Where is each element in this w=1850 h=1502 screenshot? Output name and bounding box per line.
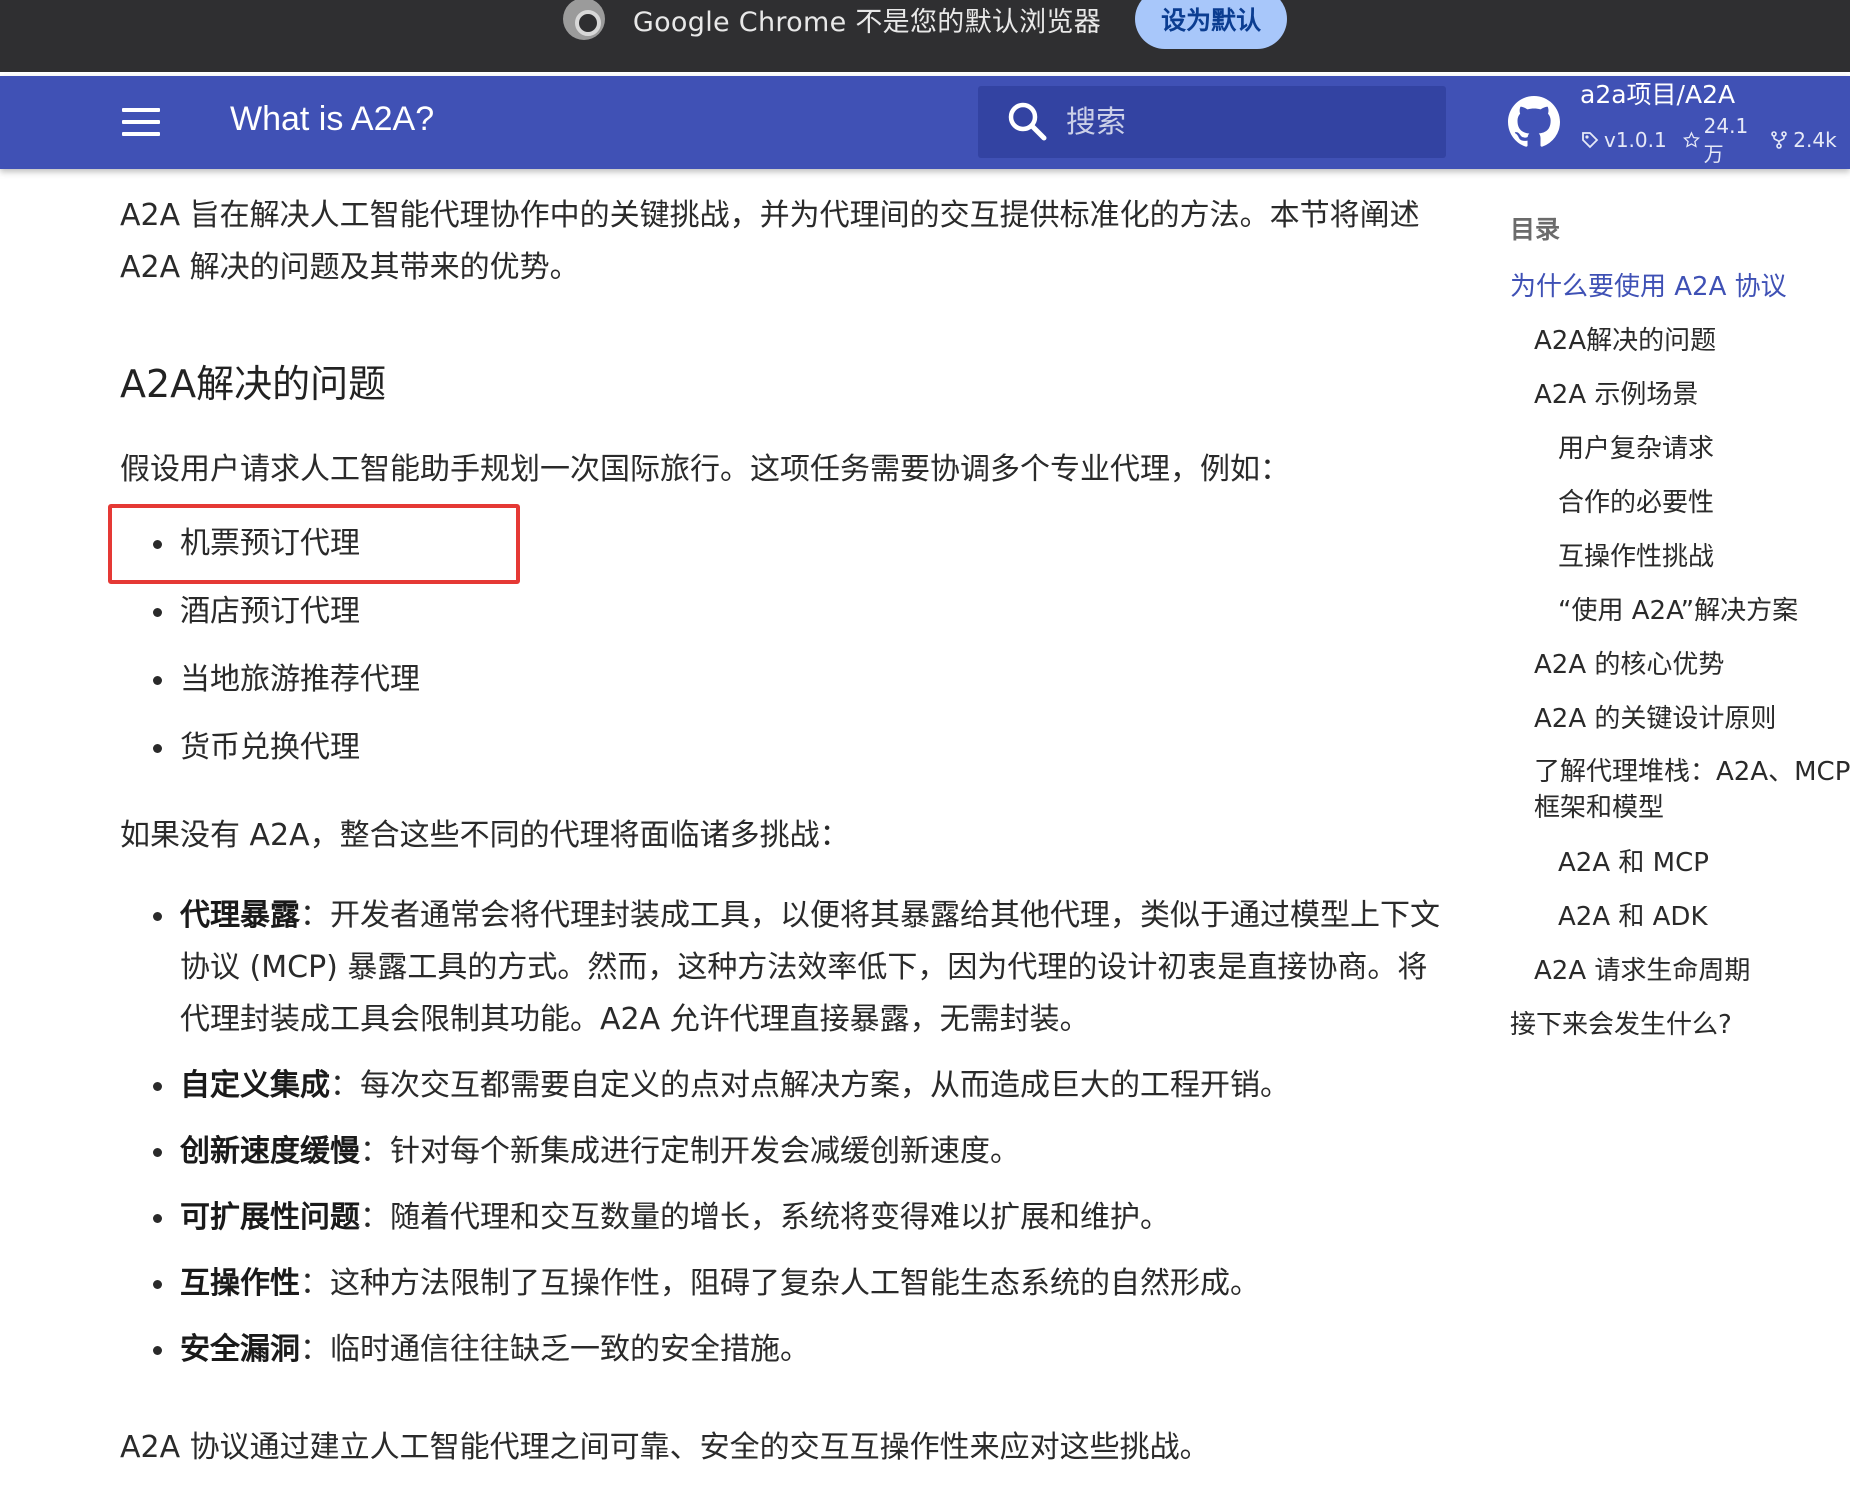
intro-paragraph: A2A 旨在解决人工智能代理协作中的关键挑战，并为代理间的交互提供标准化的方法。…	[120, 198, 1420, 285]
site-header: What is A2A? a2a项目/A2A v1.	[0, 76, 1850, 169]
tag-icon	[1582, 132, 1599, 149]
list-item: 可扩展性问题：随着代理和交互数量的增长，系统将变得难以扩展和维护。	[120, 1192, 1440, 1244]
highlight-annotation	[108, 504, 520, 584]
set-default-button[interactable]: 设为默认	[1135, 0, 1288, 49]
toc-item-a2a-mcp[interactable]: A2A 和 MCP	[1510, 840, 1850, 894]
section-heading: A2A解决的问题	[120, 362, 387, 406]
toc-item-complex-request[interactable]: 用户复杂请求	[1510, 426, 1850, 480]
page-title: What is A2A?	[230, 100, 435, 138]
repo-stars: 24.1万	[1703, 113, 1749, 166]
list-item: 互操作性：这种方法限制了互操作性，阻碍了复杂人工智能生态系统的自然形成。	[120, 1258, 1440, 1310]
toc-item-design-principles[interactable]: A2A 的关键设计原则	[1510, 696, 1850, 750]
list-item: 代理暴露：开发者通常会将代理封装成工具，以便将其暴露给其他代理，类似于通过模型上…	[120, 890, 1440, 1046]
challenge-list: 代理暴露：开发者通常会将代理封装成工具，以便将其暴露给其他代理，类似于通过模型上…	[120, 890, 1440, 1390]
menu-icon[interactable]	[122, 108, 160, 138]
repo-link[interactable]: a2a项目/A2A v1.0.1 24.1万 2.4k	[1508, 80, 1850, 166]
toc-item-core-benefits[interactable]: A2A 的核心优势	[1510, 642, 1850, 696]
repo-version: v1.0.1	[1604, 128, 1667, 152]
toc-item-interop-challenge[interactable]: 互操作性挑战	[1510, 534, 1850, 588]
list-item: 自定义集成：每次交互都需要自定义的点对点解决方案，从而造成巨大的工程开销。	[120, 1060, 1440, 1112]
repo-name: a2a项目/A2A	[1580, 79, 1736, 109]
main-content: A2A 旨在解决人工智能代理协作中的关键挑战，并为代理间的交互提供标准化的方法。…	[120, 190, 1440, 1465]
chrome-logo-icon	[562, 0, 605, 40]
list-item: 创新速度缓慢：针对每个新集成进行定制开发会减缓创新速度。	[120, 1126, 1440, 1178]
list-item: 酒店预订代理	[120, 578, 420, 646]
fork-icon	[1771, 131, 1788, 149]
closing-paragraph: A2A 协议通过建立人工智能代理之间可靠、安全的交互互操作性来应对这些挑战。	[120, 1430, 1210, 1465]
search-icon	[998, 92, 1058, 152]
toc-item-a2a-solution[interactable]: “使用 A2A”解决方案	[1510, 588, 1850, 642]
toc-item-agent-stack[interactable]: 了解代理堆栈：A2A、MCP、代理框架和模型	[1510, 750, 1850, 840]
infobar-message: Google Chrome 不是您的默认浏览器	[632, 6, 1102, 38]
star-icon	[1682, 131, 1700, 148]
toc-item-collaboration-need[interactable]: 合作的必要性	[1510, 480, 1850, 534]
toc-title: 目录	[1510, 215, 1561, 244]
toc-item-problems[interactable]: A2A解决的问题	[1510, 318, 1850, 372]
toc-item-request-lifecycle[interactable]: A2A 请求生命周期	[1510, 948, 1850, 1002]
repo-forks: 2.4k	[1793, 128, 1837, 152]
without-a2a-paragraph: 如果没有 A2A，整合这些不同的代理将面临诸多挑战：	[120, 818, 850, 853]
default-browser-infobar: Google Chrome 不是您的默认浏览器 设为默认	[0, 0, 1850, 72]
toc-item-whats-next[interactable]: 接下来会发生什么?	[1510, 1002, 1850, 1056]
github-icon	[1508, 96, 1560, 148]
list-item: 当地旅游推荐代理	[120, 646, 420, 714]
example-paragraph: 假设用户请求人工智能助手规划一次国际旅行。这项任务需要协调多个专业代理，例如：	[120, 452, 1290, 487]
search-box[interactable]	[978, 86, 1446, 158]
toc-item-example-scenario[interactable]: A2A 示例场景	[1510, 372, 1850, 426]
list-item: 货币兑换代理	[120, 714, 420, 782]
list-item: 安全漏洞：临时通信往往缺乏一致的安全措施。	[120, 1324, 1440, 1376]
search-input[interactable]	[1064, 103, 1424, 141]
toc-item-a2a-adk[interactable]: A2A 和 ADK	[1510, 894, 1850, 948]
toc-item-why-a2a[interactable]: 为什么要使用 A2A 协议	[1510, 264, 1850, 318]
table-of-contents: 目录 为什么要使用 A2A 协议 A2A解决的问题 A2A 示例场景 用户复杂请…	[1510, 210, 1850, 1056]
